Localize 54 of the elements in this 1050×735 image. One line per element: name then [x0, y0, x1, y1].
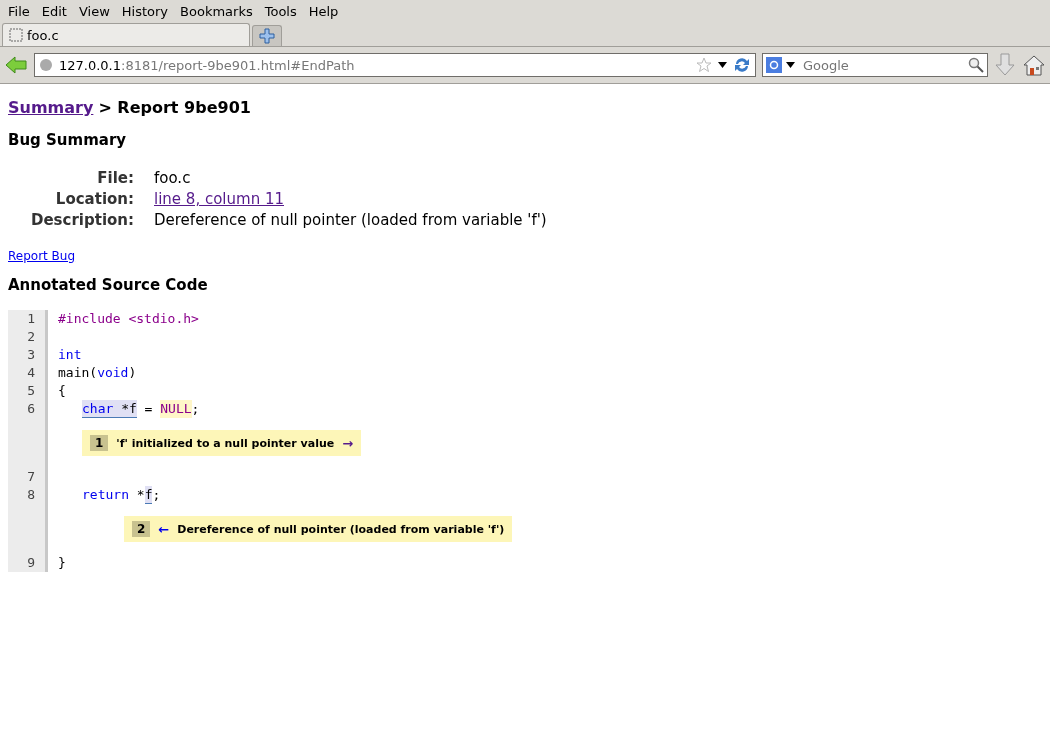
section-heading: Bug Summary [8, 131, 128, 149]
code-line: { [58, 382, 66, 400]
line-number: 4 [8, 364, 48, 382]
line-number: 5 [8, 382, 48, 400]
step-number: 2 [132, 521, 151, 537]
code-line: } [58, 554, 66, 572]
field-label: Description: [30, 211, 134, 229]
field-label: Location: [54, 190, 134, 208]
field-value: foo.c [154, 169, 192, 187]
field-label: File: [96, 169, 134, 187]
address-bar[interactable]: 127.0.0.1:8181/report-9be901.html#EndPath [34, 53, 756, 77]
section-heading: Annotated Source Code [8, 276, 209, 294]
report-bug-link[interactable]: Report Bug [8, 249, 76, 263]
note-text: 'f' initialized to a null pointer value [116, 436, 335, 450]
field-value: Dereference of null pointer (loaded from variable 'f') [154, 211, 547, 229]
line-number: 1 [8, 310, 48, 328]
code-line: char *f = NULL; [82, 400, 200, 418]
menu-item[interactable]: Help [302, 3, 345, 19]
line-number: 3 [8, 346, 48, 364]
reload-icon[interactable] [733, 56, 751, 74]
menu-item[interactable]: Bookmarks [174, 3, 259, 19]
line-number: 6 [8, 400, 48, 418]
code-line: int [58, 346, 82, 364]
line-number: 2 [8, 328, 48, 346]
line-number: 8 [8, 486, 48, 504]
line-number: 9 [8, 554, 48, 572]
back-arrow-icon[interactable] [4, 55, 28, 75]
browser-tab[interactable]: foo.c [2, 23, 250, 46]
star-icon[interactable] [696, 57, 712, 73]
page-icon [9, 28, 23, 42]
summary-link[interactable]: Summary [8, 98, 94, 117]
dropdown-caret-icon[interactable] [718, 62, 727, 68]
dropdown-caret-icon[interactable] [786, 62, 795, 68]
menu-item[interactable]: View [72, 3, 116, 19]
next-step-link[interactable]: → [342, 435, 354, 451]
menu-item[interactable]: History [115, 3, 175, 19]
menu-item[interactable]: Edit [35, 3, 73, 19]
code-line: return *f; [82, 486, 161, 504]
home-icon[interactable] [1022, 53, 1046, 77]
note-text: Dereference of null pointer (loaded from variable 'f') [177, 522, 505, 536]
search-field[interactable]: Google [762, 53, 988, 77]
previous-step-link[interactable]: ← [158, 521, 170, 537]
menu-item[interactable]: Tools [258, 3, 303, 19]
code-line: #include <stdio.h> [58, 310, 199, 328]
search-engine-icon[interactable] [766, 57, 782, 73]
code-line: main(void) [58, 364, 137, 382]
step-number: 1 [90, 435, 109, 451]
report-title: > Report 9be901 [98, 98, 251, 117]
plus-icon [259, 28, 275, 44]
line-number: 7 [8, 468, 48, 486]
search-icon[interactable] [968, 57, 984, 73]
menu-item[interactable]: File [2, 3, 36, 19]
url-text: 127.0.0.1:8181/report-9be901.html#EndPath [59, 57, 356, 73]
location-link[interactable]: line 8, column 11 [154, 190, 284, 208]
